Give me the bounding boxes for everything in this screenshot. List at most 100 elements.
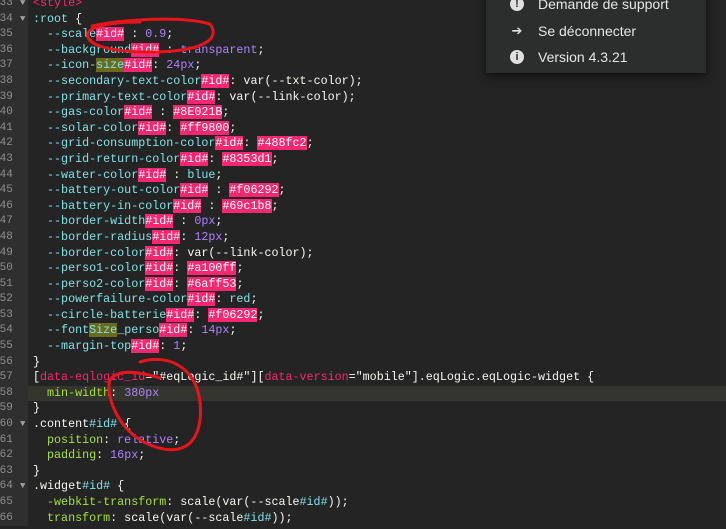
code-token: )); <box>327 495 349 509</box>
code-line[interactable]: 950 --perso1-color#id#: #a100ff; <box>0 261 726 277</box>
fold-arrow-icon[interactable]: ▼ <box>20 479 25 495</box>
line-number: 957 <box>0 371 13 384</box>
code-line[interactable]: 956} <box>0 354 726 371</box>
code-token: ="#eqLogic_id#"][ <box>145 370 265 385</box>
line-number: 956 <box>0 355 13 368</box>
code-token: --border-width <box>47 214 146 229</box>
line-number-gutter: 962 <box>0 448 28 464</box>
code-line[interactable]: 940 --gas-color#id# : #8E021B; <box>0 105 726 121</box>
code-token: : <box>173 276 188 291</box>
code-token: : <box>173 214 195 229</box>
code-line[interactable]: 954 --fontSize_perso#id#: 14px; <box>0 323 726 340</box>
code-token: ; <box>229 323 237 338</box>
code-token: .widget <box>33 479 83 494</box>
code-line[interactable]: 966 transform: scale(var(--scale#id#)); <box>0 510 726 527</box>
code-line[interactable]: 953 --circle-batterie#id#: #f06292; <box>0 307 726 324</box>
code-token: --border-radius <box>47 229 153 244</box>
line-number-gutter: 935 <box>0 27 28 43</box>
menu-item-support[interactable]: ! Demande de support <box>510 0 669 14</box>
line-number-gutter: 947 <box>0 214 28 230</box>
code-token: #id# <box>131 339 160 354</box>
line-number-gutter: 957 <box>0 370 28 386</box>
code-text: [data-eqlogic_id="#eqLogic_id#"][data-ve… <box>33 370 594 386</box>
code-line[interactable]: 948 --border-radius#id#: 12px; <box>0 229 726 246</box>
code-line[interactable]: 965 -webkit-transform: scale(var(--scale… <box>0 495 726 511</box>
fold-arrow-icon[interactable]: ▼ <box>20 0 25 12</box>
code-line[interactable]: 955 --margin-top#id#: 1; <box>0 339 726 355</box>
code-line[interactable]: 942 --grid-consumption-color#id#: #488fc… <box>0 136 726 152</box>
code-token: --solar-color <box>47 120 139 135</box>
line-number: 942 <box>0 137 13 150</box>
code-token: ; <box>215 214 223 229</box>
code-line[interactable]: 963} <box>0 463 726 480</box>
code-text: --margin-top#id#: 1; <box>33 339 187 355</box>
code-line[interactable]: 949 --border-color#id#: var(--link-color… <box>0 245 726 262</box>
code-token: 0px <box>194 214 216 229</box>
menu-item-logout[interactable]: ➔ Se déconnecter <box>510 21 637 41</box>
line-number: 964 <box>0 480 13 493</box>
code-text: } <box>33 355 40 371</box>
code-line[interactable]: 958 min-width: 380px <box>0 385 726 402</box>
code-text: --powerfailure-color#id#: red; <box>33 292 257 308</box>
line-number-gutter: 938 <box>0 73 28 90</box>
code-token: :root <box>33 11 69 26</box>
code-token: : <box>124 27 146 42</box>
line-number-gutter: 939 <box>0 89 28 106</box>
code-line[interactable]: 951 --perso2-color#id#: #6aff53; <box>0 276 726 293</box>
code-token: --powerfailure-color <box>47 292 188 307</box>
code-token: : <box>243 136 258 151</box>
code-text: } <box>33 464 40 480</box>
code-token: } <box>33 401 41 416</box>
code-token: #id# <box>131 42 160 57</box>
code-line[interactable]: 964 ▼ .widget#id# { <box>0 479 726 495</box>
code-line[interactable]: 946 --battery-in-color#id# : #69c1b8; <box>0 198 726 215</box>
code-token: : <box>159 42 181 57</box>
code-token: ; <box>222 229 230 244</box>
code-token: --perso1-color <box>47 261 146 276</box>
code-token: --font <box>47 323 90 338</box>
code-line[interactable]: 943 --grid-return-color#id#: #8353d1; <box>0 151 726 168</box>
code-token: --border-color <box>47 245 146 260</box>
code-token: --grid-consumption-color <box>47 136 216 151</box>
code-token: : <box>96 448 111 463</box>
code-line[interactable]: 960 ▼ .content#id# { <box>0 417 726 433</box>
code-line[interactable]: 962 padding: 16px; <box>0 448 726 464</box>
code-token: #id# <box>243 510 272 525</box>
code-token: #id# <box>89 417 118 432</box>
code-token: position <box>47 432 104 447</box>
line-number: 944 <box>0 168 13 181</box>
code-token: : <box>208 183 230 198</box>
code-text: --solar-color#id#: #ff9800; <box>33 120 236 137</box>
code-token: #488fc2 <box>257 136 307 151</box>
code-line[interactable]: 952 --powerfailure-color#id#: red; <box>0 292 726 308</box>
fold-arrow-icon[interactable]: ▼ <box>20 417 25 433</box>
code-token: ; <box>271 198 279 213</box>
line-number: 955 <box>0 340 13 353</box>
line-number: 951 <box>0 277 13 290</box>
code-token: --primary-text-color <box>47 89 188 104</box>
code-line[interactable]: 938 --secondary-text-color#id#: var(--tx… <box>0 73 726 90</box>
sign-out-icon: ➔ <box>511 23 523 38</box>
code-line[interactable]: 939 --primary-text-color#id#: var(--link… <box>0 89 726 106</box>
line-number-gutter: 964 ▼ <box>0 479 28 495</box>
code-line[interactable]: 957 [data-eqlogic_id="#eqLogic_id#"][data… <box>0 370 726 386</box>
code-token: --grid-return-color <box>47 151 181 166</box>
code-token: --margin-top <box>47 339 132 354</box>
code-token: ; <box>222 105 230 120</box>
code-token: --battery-in-color <box>47 198 174 213</box>
code-line[interactable]: 945 --battery-out-color#id# : #f06292; <box>0 183 726 199</box>
code-editor[interactable]: 933▼<style>934▼:root {935 --scale#id# : … <box>0 0 726 527</box>
menu-item-version[interactable]: i Version 4.3.21 <box>510 47 628 67</box>
code-line[interactable]: 941 --solar-color#id#: #ff9800; <box>0 120 726 137</box>
code-line[interactable]: 944 --water-color#id# : blue; <box>0 167 726 184</box>
code-token: _perso <box>117 323 160 338</box>
code-token: --water-color <box>47 167 139 182</box>
code-token: -webkit-transform <box>47 495 167 509</box>
code-line[interactable]: 947 --border-width#id# : 0px; <box>0 214 726 230</box>
fold-arrow-icon[interactable]: ▼ <box>20 12 25 28</box>
code-line[interactable]: 959} <box>0 401 726 418</box>
code-line[interactable]: 961 position: relative; <box>0 432 726 449</box>
code-token: blue <box>187 167 216 182</box>
code-token: --perso2-color <box>47 276 146 291</box>
code-token: { <box>117 417 132 432</box>
